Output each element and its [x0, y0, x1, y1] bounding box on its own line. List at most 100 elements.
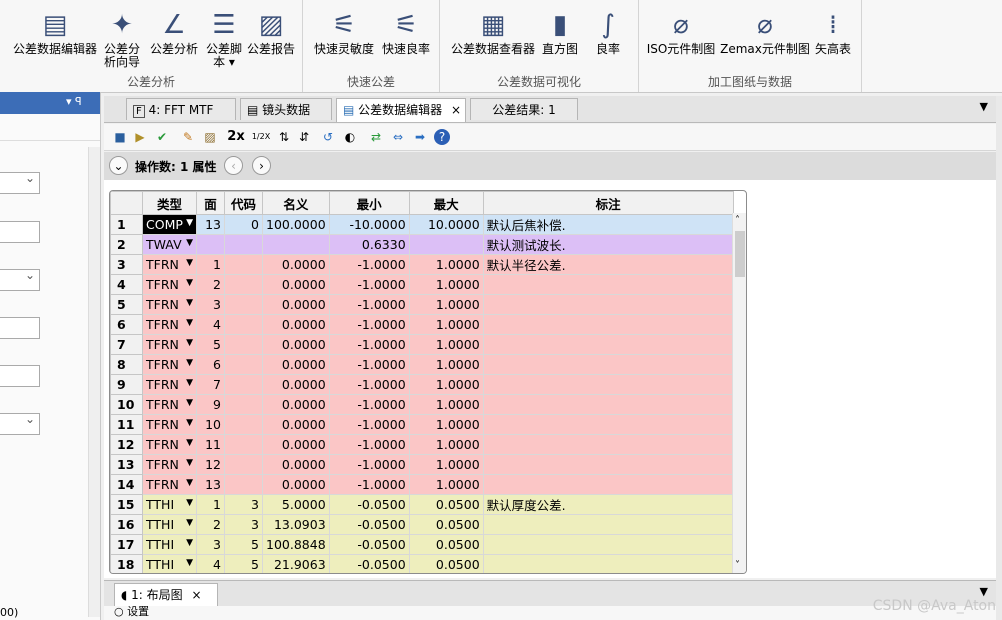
comment-cell[interactable]: [482, 334, 734, 355]
comment-cell[interactable]: [482, 354, 734, 375]
row-number[interactable]: 10: [110, 394, 143, 415]
table-row[interactable]: 2 TWAV ▼ 0.6330 默认测试波长.: [110, 234, 734, 255]
row-number[interactable]: 7: [110, 334, 143, 355]
dropdown-arrow-icon[interactable]: ▼: [186, 478, 193, 488]
sort-az-icon[interactable]: ⇵: [296, 129, 312, 145]
row-number[interactable]: 18: [110, 554, 143, 573]
code-cell[interactable]: [224, 234, 263, 255]
surf-cell[interactable]: 2: [196, 514, 225, 535]
code-cell[interactable]: 3: [224, 514, 263, 535]
comment-cell[interactable]: [482, 274, 734, 295]
nominal-cell[interactable]: 0.0000: [262, 374, 330, 395]
comment-cell[interactable]: [482, 554, 734, 573]
scroll-up-icon[interactable]: ˄: [735, 215, 740, 226]
row-number[interactable]: 11: [110, 414, 143, 435]
surf-cell[interactable]: [196, 234, 225, 255]
tab-menu-icon[interactable]: ▼: [980, 585, 988, 598]
nominal-cell[interactable]: 0.0000: [262, 354, 330, 375]
code-cell[interactable]: 3: [224, 494, 263, 515]
max-cell[interactable]: 1.0000: [408, 454, 484, 475]
zoom-half-button[interactable]: 1/2X: [250, 129, 272, 145]
next-operand-button[interactable]: ›: [252, 156, 271, 175]
surf-cell[interactable]: 6: [196, 354, 225, 375]
panel-input-1[interactable]: [0, 221, 40, 243]
operand-type-cell[interactable]: TTHI ▼: [142, 494, 197, 515]
dropdown-arrow-icon[interactable]: ▼: [186, 518, 193, 528]
surf-cell[interactable]: 2: [196, 274, 225, 295]
dropdown-arrow-icon[interactable]: ▼: [186, 278, 193, 288]
row-number[interactable]: 9: [110, 374, 143, 395]
nominal-cell[interactable]: 0.0000: [262, 314, 330, 335]
close-icon[interactable]: ×: [191, 588, 201, 602]
table-row[interactable]: 4 TFRN ▼ 2 0.0000 -1.0000 1.0000: [110, 274, 734, 295]
surf-cell[interactable]: 9: [196, 394, 225, 415]
dropdown-arrow-icon[interactable]: ▼: [186, 418, 193, 428]
min-cell[interactable]: -1.0000: [328, 374, 410, 395]
min-cell[interactable]: -0.0500: [328, 514, 410, 535]
min-cell[interactable]: -1.0000: [328, 334, 410, 355]
dropdown-arrow-icon[interactable]: ▼: [186, 558, 193, 568]
max-cell[interactable]: 1.0000: [408, 394, 484, 415]
comment-cell[interactable]: [482, 394, 734, 415]
close-icon[interactable]: ×: [451, 103, 461, 117]
panel-pin-icon[interactable]: ▾ ꟼ: [66, 95, 82, 108]
operand-type-cell[interactable]: TTHI ▼: [142, 534, 197, 555]
chevron-down-icon[interactable]: ⌄: [109, 156, 128, 175]
help-icon[interactable]: ?: [434, 129, 450, 145]
undo-icon[interactable]: ↺: [320, 129, 336, 145]
panel-dropdown-1[interactable]: [0, 171, 40, 194]
code-cell[interactable]: 5: [224, 534, 263, 555]
ribbon-button-report[interactable]: ▨ 公差报告: [242, 6, 300, 56]
operand-type-cell[interactable]: TFRN ▼: [142, 274, 197, 295]
code-cell[interactable]: [224, 374, 263, 395]
open-icon[interactable]: ▶: [132, 129, 148, 145]
operand-type-cell[interactable]: COMP ▼: [142, 214, 197, 235]
surf-cell[interactable]: 3: [196, 534, 225, 555]
table-row[interactable]: 17 TTHI ▼ 3 5 100.8848 -0.0500 0.0500: [110, 534, 734, 555]
min-cell[interactable]: -1.0000: [328, 434, 410, 455]
panel-dropdown-3[interactable]: [0, 412, 40, 435]
operand-type-cell[interactable]: TFRN ▼: [142, 454, 197, 475]
dropdown-arrow-icon[interactable]: ▼: [186, 238, 193, 248]
operand-type-cell[interactable]: TFRN ▼: [142, 354, 197, 375]
dropdown-arrow-icon[interactable]: ▼: [186, 338, 193, 348]
surf-cell[interactable]: 12: [196, 454, 225, 475]
min-cell[interactable]: -1.0000: [328, 254, 410, 275]
code-cell[interactable]: [224, 274, 263, 295]
nominal-cell[interactable]: 0.0000: [262, 434, 330, 455]
operand-type-cell[interactable]: TFRN ▼: [142, 254, 197, 275]
surf-cell[interactable]: 3: [196, 294, 225, 315]
code-cell[interactable]: 5: [224, 554, 263, 573]
surf-cell[interactable]: 13: [196, 474, 225, 495]
ribbon-button-data-viewer[interactable]: ▦ 公差数据查看器: [448, 6, 538, 56]
table-row[interactable]: 14 TFRN ▼ 13 0.0000 -1.0000 1.0000: [110, 474, 734, 495]
max-cell[interactable]: 1.0000: [408, 334, 484, 355]
row-number[interactable]: 6: [110, 314, 143, 335]
operand-type-cell[interactable]: TFRN ▼: [142, 414, 197, 435]
code-cell[interactable]: [224, 314, 263, 335]
comment-cell[interactable]: [482, 454, 734, 475]
operand-type-cell[interactable]: TFRN ▼: [142, 294, 197, 315]
tab-layout[interactable]: ◖ 1: 布局图 ×: [114, 583, 218, 607]
dropdown-arrow-icon[interactable]: ▼: [186, 218, 193, 228]
code-cell[interactable]: [224, 414, 263, 435]
dropdown-arrow-icon[interactable]: ▼: [186, 378, 193, 388]
surf-cell[interactable]: 5: [196, 334, 225, 355]
comment-cell[interactable]: [482, 534, 734, 555]
comment-cell[interactable]: [482, 314, 734, 335]
row-number[interactable]: 16: [110, 514, 143, 535]
comment-cell[interactable]: [482, 294, 734, 315]
ribbon-button-tolerance-editor[interactable]: ▤ 公差数据编辑器: [8, 6, 102, 56]
right-scrollbar[interactable]: [996, 96, 1002, 620]
nominal-cell[interactable]: 0.0000: [262, 474, 330, 495]
surf-cell[interactable]: 1: [196, 254, 225, 275]
code-cell[interactable]: [224, 334, 263, 355]
min-cell[interactable]: -1.0000: [328, 454, 410, 475]
code-cell[interactable]: [224, 394, 263, 415]
operand-type-cell[interactable]: TTHI ▼: [142, 554, 197, 573]
ribbon-button-quick-sensitivity[interactable]: ⚟ 快速灵敏度: [313, 6, 375, 56]
row-number[interactable]: 4: [110, 274, 143, 295]
prev-operand-button[interactable]: ‹: [224, 156, 243, 175]
surf-cell[interactable]: 7: [196, 374, 225, 395]
tab-menu-icon[interactable]: ▼: [980, 100, 988, 113]
